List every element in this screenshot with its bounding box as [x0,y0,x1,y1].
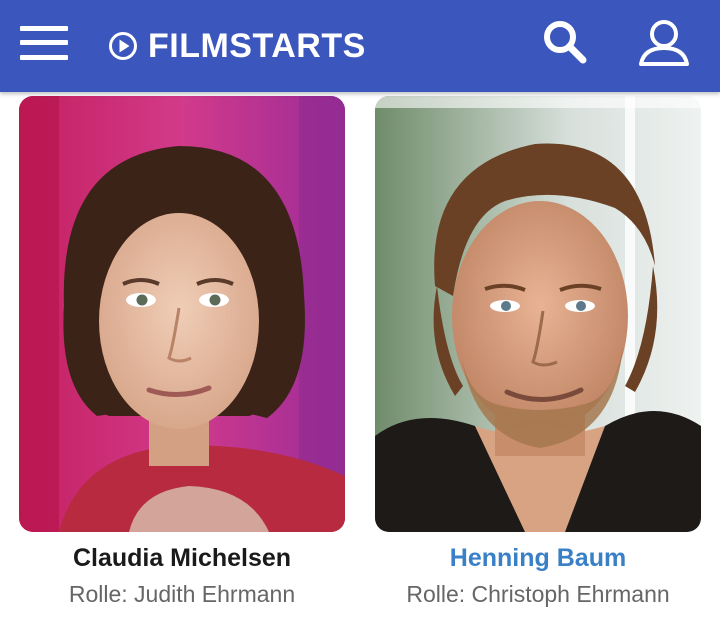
cast-card: Claudia Michelsen Rolle: Judith Ehrmann [19,96,345,608]
actor-name-link[interactable]: Henning Baum [375,544,701,573]
actor-portrait-image [375,96,701,532]
hamburger-menu-icon[interactable] [20,24,68,62]
cast-card: Henning Baum Rolle: Christoph Ehrmann [375,96,701,608]
play-circle-icon [109,32,137,60]
actor-portrait-image [19,96,345,532]
brand-logo[interactable]: FILMSTARTS [108,26,366,66]
search-icon [544,21,587,64]
brand-name: FILMSTARTS [148,26,366,65]
user-icon [639,20,689,66]
actor-name: Claudia Michelsen [72,544,292,572]
top-navigation-bar: FILMSTARTS [0,0,720,92]
actor-photo[interactable] [19,96,345,532]
actor-role: Rolle: Judith Ehrmann [68,581,296,607]
search-button[interactable] [540,18,590,68]
actor-role: Rolle: Christoph Ehrmann [406,581,670,607]
account-button[interactable] [636,18,692,70]
actor-photo[interactable] [375,96,701,532]
